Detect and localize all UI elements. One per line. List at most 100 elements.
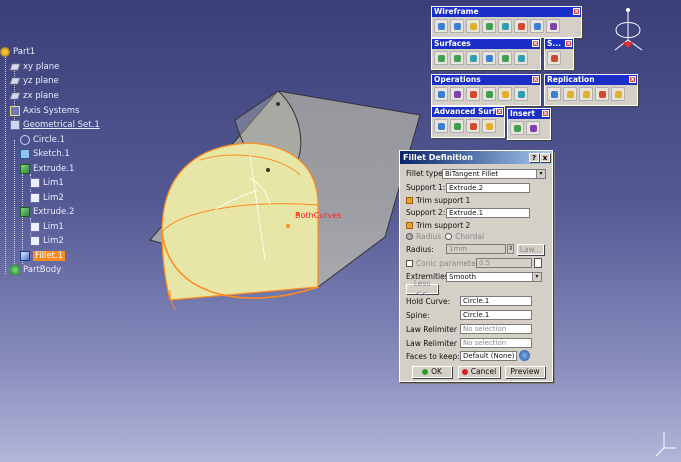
toolbar-surfaces: Surfaces x [431,38,541,70]
cancel-icon [461,369,468,375]
vertex-point[interactable] [276,102,280,106]
object-repetition-icon[interactable] [547,87,561,101]
law-button[interactable]: Law... [517,244,544,255]
law-relimiter1-value: No selection [463,325,507,333]
close-button[interactable]: x [540,153,550,162]
trim-support1-checkbox[interactable]: Trim support 1 [406,195,470,206]
revolve-icon[interactable] [450,51,464,65]
trim-support1-label: Trim support 1 [416,196,471,205]
split-icon[interactable] [450,87,464,101]
law-relimiter2-field[interactable]: No selection [460,338,532,348]
fill-icon[interactable] [514,51,528,65]
radius-radio[interactable] [406,233,413,240]
trim-support2-label: Trim support 2 [416,221,471,230]
chevron-down-icon[interactable]: ▾ [536,170,545,178]
close-icon[interactable]: x [629,76,636,83]
hold-curve-label: Hold Curve: [406,297,451,306]
corner-icon[interactable] [514,19,528,33]
ok-icon [422,369,429,375]
chordal-option-label: Chordal [455,232,485,241]
close-icon[interactable]: x [496,108,503,115]
close-icon[interactable]: x [565,40,572,47]
cancel-button-label: Cancel [470,367,497,376]
join-icon[interactable] [434,87,448,101]
extrude-icon[interactable] [434,51,448,65]
line-icon[interactable] [450,19,464,33]
offset-icon[interactable] [482,51,496,65]
pattern-icon[interactable] [563,87,577,101]
projection-icon[interactable] [482,19,496,33]
ok-button-label: OK [431,367,442,376]
faces-selector-icon[interactable] [519,350,530,361]
spinner-icon[interactable]: ⇕ [507,244,514,254]
fillet-type-row: Fillet type: [406,168,445,179]
ok-button[interactable]: OK [412,366,452,378]
faces-to-keep-label: Faces to keep: [406,352,460,361]
cancel-button[interactable]: Cancel [458,366,500,378]
body-icon[interactable] [510,121,524,135]
law-relimiter1-field[interactable]: No selection [460,324,532,334]
circle-icon[interactable] [530,19,544,33]
support1-label: Support 1: [406,183,446,192]
toolbar-title: Insert [510,109,535,118]
function-icon[interactable] [534,258,542,268]
support2-label: Support 2: [406,208,446,217]
support2-field[interactable]: Extrude.1 [446,208,530,218]
bump-icon[interactable] [434,119,448,133]
fillet-definition-dialog: Fillet Definition ? x Fillet type: BiTan… [399,150,553,382]
chordal-radio[interactable] [445,233,453,240]
catalog-icon[interactable] [611,87,625,101]
checkbox-icon[interactable] [406,222,413,229]
checkbox-icon[interactable] [406,197,413,204]
close-icon[interactable]: x [542,110,549,117]
support2-value: Extrude.1 [449,209,484,217]
vertex-point[interactable] [286,224,290,228]
toolbar-insert: Insert x [507,108,551,140]
chevron-down-icon[interactable]: ▾ [532,273,541,281]
faces-to-keep-field[interactable]: Default (None) [460,351,517,361]
fillet-type-select[interactable]: BiTangent Fillet ▾ [442,169,546,179]
sketcher-icon[interactable] [547,51,561,65]
fillet-icon[interactable] [466,87,480,101]
plane-icon[interactable] [466,19,480,33]
wrap-surface-icon[interactable] [466,119,480,133]
close-icon[interactable]: x [532,76,539,83]
conic-field[interactable]: 0.5 [476,258,532,268]
compass-icon[interactable] [614,8,643,51]
dialog-title: Fillet Definition [403,153,473,162]
extremities-select[interactable]: Smooth ▾ [446,272,542,282]
dialog-title-bar[interactable]: Fillet Definition ? x [400,151,552,164]
radius-field[interactable]: 1mm [446,244,506,254]
power-copy-icon[interactable] [579,87,593,101]
less-button[interactable]: Less << [406,279,438,298]
wrap-curve-icon[interactable] [450,119,464,133]
spline-icon[interactable] [546,19,560,33]
spine-field[interactable]: Circle.1 [460,310,532,320]
extrapolate-icon[interactable] [514,87,528,101]
help-button[interactable]: ? [529,153,539,162]
close-icon[interactable]: x [573,8,580,15]
trim-support2-checkbox[interactable]: Trim support 2 [406,220,470,231]
conic-parameter-checkbox[interactable]: Conic parameter: [406,258,481,269]
vertex-point[interactable] [266,168,270,172]
sphere-icon[interactable] [466,51,480,65]
parallel-curve-icon[interactable] [498,19,512,33]
boundary-icon[interactable] [482,87,496,101]
preview-button[interactable]: Preview [505,366,545,378]
3d-viewport[interactable] [0,0,681,462]
checkbox-icon[interactable] [406,260,413,267]
point-icon[interactable] [434,19,448,33]
geometrical-set-icon[interactable] [526,121,540,135]
sweep-icon[interactable] [498,51,512,65]
conic-value: 0.5 [479,259,491,267]
toolbar-title: Advanced Surf... [434,107,504,116]
translate-icon[interactable] [498,87,512,101]
hold-curve-field[interactable]: Circle.1 [460,296,532,306]
radius-mode-radios: Radius Chordal [406,231,484,242]
faces-to-keep-value: Default (None) [463,352,515,360]
instantiate-icon[interactable] [595,87,609,101]
shape-morphing-icon[interactable] [482,119,496,133]
support1-field[interactable]: Extrude.2 [446,183,530,193]
toolbar-title: Wireframe [434,7,479,16]
close-icon[interactable]: x [532,40,539,47]
